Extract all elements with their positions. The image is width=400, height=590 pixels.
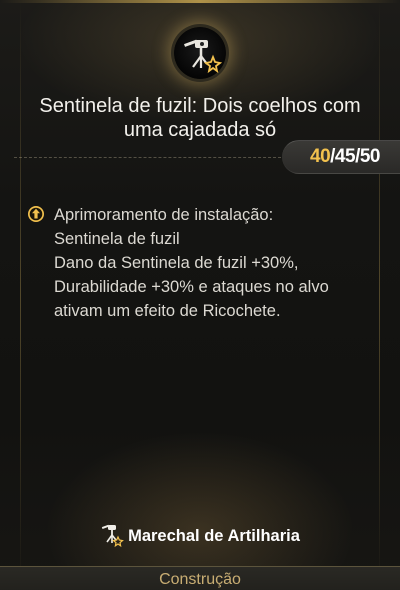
- description-line: Aprimoramento de instalação:: [54, 206, 274, 224]
- skill-description: Aprimoramento de instalação: Sentinela d…: [54, 203, 329, 323]
- level-max: 50: [359, 146, 381, 167]
- skill-title: Sentinela de fuzil: Dois coelhos com uma…: [0, 94, 400, 142]
- decor-line-right: [379, 0, 380, 590]
- description-line: Durabilidade +30% e ataques no alvo: [54, 278, 329, 296]
- title-divider: [14, 157, 286, 158]
- class-name: Marechal de Artilharia: [128, 527, 300, 545]
- level-values: 40/45/50: [310, 146, 380, 168]
- rifle-sentry-turret-icon: [184, 39, 223, 74]
- top-glow-border: [0, 0, 400, 3]
- description-line: ativam um efeito de Ricochete.: [54, 302, 281, 320]
- category-footer[interactable]: Construção: [0, 566, 400, 590]
- artillery-marshal-icon: [101, 524, 124, 548]
- category-label: Construção: [159, 571, 241, 588]
- class-row: Marechal de Artilharia: [0, 522, 400, 550]
- skill-emblem: [174, 27, 226, 79]
- description-line: Dano da Sentinela de fuzil +30%,: [54, 254, 299, 272]
- skill-tooltip-panel: Sentinela de fuzil: Dois coelhos com uma…: [0, 0, 400, 590]
- level-mid: 45: [334, 146, 356, 167]
- skill-title-line-2: uma cajadada só: [123, 119, 277, 141]
- decor-line-left: [20, 0, 21, 590]
- level-current: 40: [310, 146, 331, 167]
- description-line: Sentinela de fuzil: [54, 230, 180, 248]
- upgrade-arrow-icon: [28, 206, 44, 222]
- skill-title-line-1: Sentinela de fuzil: Dois coelhos com: [39, 95, 361, 117]
